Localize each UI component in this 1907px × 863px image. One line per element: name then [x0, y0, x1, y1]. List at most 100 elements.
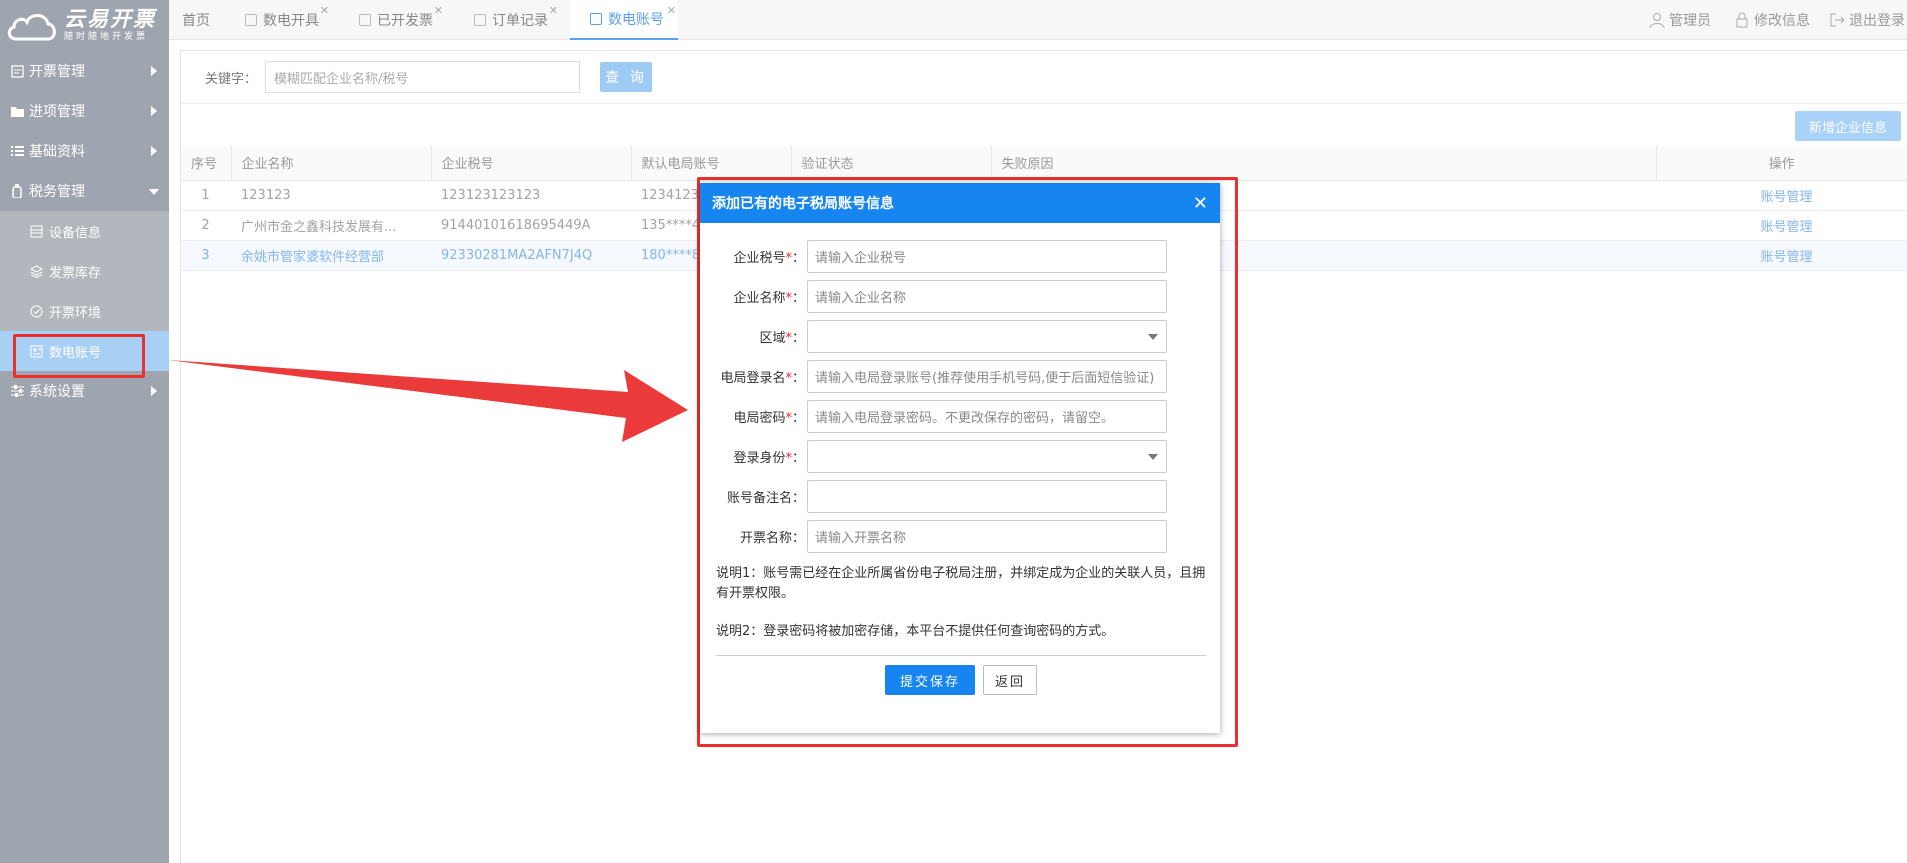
tab-issued-invoices[interactable]: 已开发票 ✕	[359, 0, 443, 40]
region-select[interactable]	[807, 320, 1167, 353]
sidebar-item-basic-data[interactable]: 基础资料	[0, 131, 169, 171]
sidebar-item-label: 进项管理	[29, 104, 85, 120]
search-input[interactable]: 模糊匹配企业名称/税号	[265, 61, 581, 93]
device-icon	[30, 225, 43, 238]
tab-order-records[interactable]: 订单记录 ✕	[474, 0, 558, 40]
chevron-right-icon	[151, 386, 157, 396]
cell-no: 3	[181, 240, 231, 271]
dialog-header: 添加已有的电子税局账号信息 ✕	[700, 183, 1220, 223]
col-header: 企业税号	[431, 146, 632, 181]
cell-name: 余姚市管家婆软件经营部	[231, 240, 431, 271]
sidebar-item-env[interactable]: 开票环境	[0, 291, 169, 331]
search-bar: 关键字： 模糊匹配企业名称/税号 查 询	[181, 51, 1907, 104]
sub-item-label: 发票库存	[49, 265, 102, 281]
col-header: 操作	[1656, 146, 1907, 181]
col-header: 默认电局账号	[631, 146, 792, 181]
close-icon[interactable]: ✕	[320, 4, 329, 17]
stack-icon	[30, 264, 43, 278]
cell-no: 1	[181, 180, 231, 211]
cloud-logo-icon	[6, 9, 58, 43]
tab-label: 数电开具	[263, 13, 319, 29]
close-icon[interactable]: ✕	[1193, 193, 1208, 214]
dialog-title: 添加已有的电子税局账号信息	[712, 196, 894, 212]
add-company-button[interactable]: 新增企业信息	[1795, 111, 1901, 141]
admin-label: 管理员	[1669, 13, 1711, 29]
field-label: 电局登录名*：	[720, 371, 805, 386]
back-button[interactable]: 返回	[983, 665, 1037, 695]
login-role-select[interactable]	[807, 440, 1167, 473]
tab-bar: 首页 数电开具 ✕ 已开发票 ✕ 订单记录 ✕ 数电账号 ✕ 管理员 修改信息 …	[169, 0, 1907, 40]
cell-no: 2	[181, 210, 231, 241]
caret-down-icon	[1148, 454, 1158, 460]
sidebar-item-input[interactable]: 进项管理	[0, 91, 169, 131]
tab-digital-account[interactable]: 数电账号 ✕	[570, 0, 678, 40]
chevron-down-icon	[149, 189, 159, 195]
form-row-login-role: 登录身份*：	[700, 440, 1220, 473]
account-manage-link[interactable]: 账号管理	[1656, 240, 1907, 271]
col-header: 序号	[181, 146, 232, 181]
form-row-region: 区域*：	[700, 320, 1220, 353]
cell-name: 广州市金之鑫科技发展有...	[231, 210, 431, 241]
form-row-password: 电局密码*： 请输入电局登录密码。不更改保存的密码，请留空。	[700, 400, 1220, 433]
close-icon[interactable]: ✕	[549, 4, 558, 17]
invoice-name-input[interactable]: 请输入开票名称	[807, 520, 1167, 553]
cell-tax: 92330281MA2AFN7J4Q	[431, 240, 631, 271]
logout-link[interactable]: 退出登录	[1829, 0, 1905, 40]
query-button[interactable]: 查 询	[600, 62, 653, 92]
sidebar-item-label: 基础资料	[29, 144, 85, 160]
tab-label: 订单记录	[492, 13, 548, 29]
check-circle-icon	[30, 305, 43, 318]
sidebar-item-tax[interactable]: 税务管理	[0, 171, 169, 211]
field-label: 企业税号*：	[733, 251, 805, 266]
logo: 云易开票 随时随地开发票	[0, 0, 169, 51]
table-header-row: 序号 企业名称 企业税号 默认电局账号 验证状态 失败原因 操作	[181, 146, 1907, 181]
submit-save-button[interactable]: 提交保存	[885, 665, 975, 695]
note-2: 说明2：登录密码将被加密存储，本平台不提供任何查询密码的方式。	[716, 624, 1115, 639]
tab-label: 首页	[182, 13, 210, 29]
field-label: 开票名称：	[739, 531, 805, 546]
sidebar-item-invoice-stock[interactable]: 发票库存	[0, 251, 169, 291]
sidebar-item-label: 开票管理	[29, 64, 85, 80]
caret-down-icon	[1148, 334, 1158, 340]
sidebar-item-invoicing[interactable]: 开票管理	[0, 51, 169, 91]
form-row-tax-id: 企业税号*： 请输入企业税号	[700, 240, 1220, 273]
tab-home[interactable]: 首页	[182, 0, 210, 40]
cell-tax: 91440101618695449A	[431, 210, 631, 241]
folder-icon	[10, 104, 24, 118]
logout-icon	[1830, 13, 1845, 27]
password-input[interactable]: 请输入电局登录密码。不更改保存的密码，请留空。	[807, 400, 1167, 433]
sidebar-highlight-box	[13, 334, 145, 378]
cell-name: 123123	[231, 180, 431, 211]
login-name-input[interactable]: 请输入电局登录账号(推荐使用手机号码,便于后面短信验证)	[807, 360, 1167, 393]
form-row-login-name: 电局登录名*： 请输入电局登录账号(推荐使用手机号码,便于后面短信验证)	[700, 360, 1220, 393]
edit-info-link[interactable]: 修改信息	[1734, 0, 1810, 40]
sidebar-item-device-info[interactable]: 设备信息	[0, 211, 169, 251]
account-manage-link[interactable]: 账号管理	[1656, 180, 1907, 211]
add-account-dialog: 添加已有的电子税局账号信息 ✕ 企业税号*： 请输入企业税号 企业名称*： 请输…	[700, 183, 1220, 733]
logo-subtitle: 随时随地开发票	[64, 32, 149, 42]
account-remark-input[interactable]	[807, 480, 1167, 513]
logo-title: 云易开票	[64, 7, 156, 31]
sidebar-item-label: 系统设置	[29, 384, 85, 400]
field-label: 账号备注名：	[726, 491, 805, 506]
tab-digital-issue[interactable]: 数电开具 ✕	[245, 0, 329, 40]
tab-doc-icon	[590, 13, 602, 25]
field-label: 电局密码*：	[733, 411, 805, 426]
sub-item-label: 设备信息	[49, 225, 102, 241]
sliders-icon	[10, 384, 24, 398]
user-icon	[1649, 13, 1665, 28]
logout-label: 退出登录	[1849, 13, 1905, 29]
admin-link[interactable]: 管理员	[1649, 0, 1711, 40]
list-icon	[10, 144, 24, 158]
field-label: 区域*：	[759, 331, 805, 346]
close-icon[interactable]: ✕	[434, 4, 443, 17]
bottle-icon	[10, 184, 24, 198]
col-header: 企业名称	[231, 146, 432, 181]
close-icon[interactable]: ✕	[667, 4, 676, 17]
account-manage-link[interactable]: 账号管理	[1656, 210, 1907, 241]
chevron-right-icon	[151, 106, 157, 116]
tax-id-input[interactable]: 请输入企业税号	[807, 240, 1167, 273]
edit-info-label: 修改信息	[1754, 13, 1810, 29]
divider	[716, 655, 1206, 656]
company-name-input[interactable]: 请输入企业名称	[807, 280, 1167, 313]
